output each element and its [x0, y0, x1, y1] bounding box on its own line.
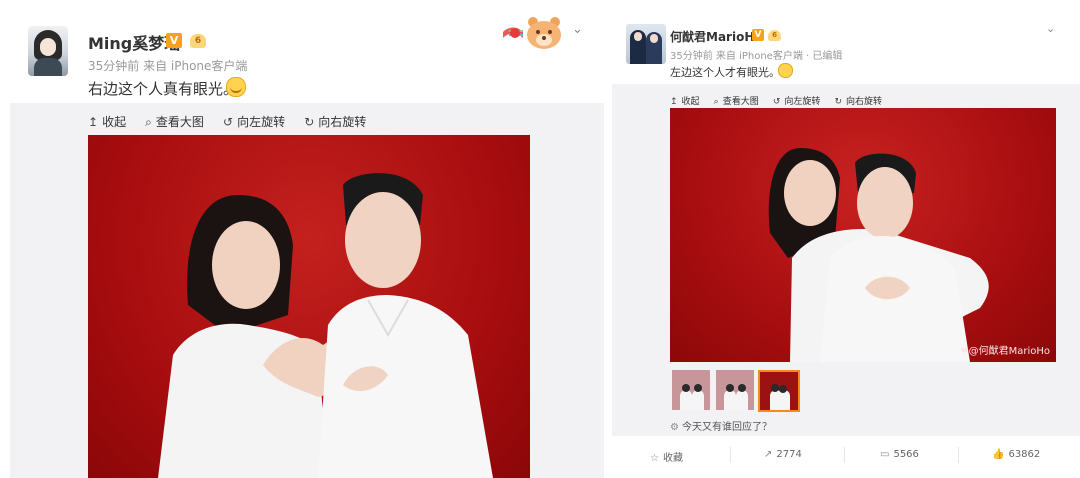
chevron-down-icon[interactable]: ⌄ [572, 23, 586, 36]
rotate-left-icon: ↺ [772, 97, 781, 107]
search-icon: ⌕ [713, 97, 719, 107]
favorite-button[interactable]: ☆ 收藏 [650, 449, 683, 464]
reply-prompt-text: 今天又有谁回应了？ [681, 422, 772, 433]
collapse-label: 收起 [681, 97, 700, 107]
grin-emoji-icon [778, 63, 793, 78]
gear-icon: ⚙ [670, 422, 679, 433]
post-text: 左边这个人才有眼光。 [670, 66, 780, 79]
couple-hug-photo [768, 148, 989, 362]
avatar-face-right [650, 34, 658, 43]
divider [958, 447, 959, 463]
favorite-label: 收藏 [662, 453, 683, 464]
rotate-left-button[interactable]: ↺ 向左旋转 [223, 113, 285, 130]
avatar-body [34, 58, 62, 76]
repost-icon: ↗ [764, 449, 773, 460]
thumbnail-3-selected[interactable] [758, 370, 800, 412]
avatar-face-left [634, 32, 642, 41]
comment-count: 5566 [893, 449, 919, 460]
repost-count: 2774 [776, 449, 802, 460]
divider [730, 447, 731, 463]
post-meta[interactable]: 35分钟前 来自 iPhone客户端 [88, 57, 247, 74]
thumbnail-1[interactable] [672, 370, 710, 410]
search-icon: ⌕ [145, 115, 152, 129]
rotate-right-label: 向右旋转 [318, 115, 367, 129]
divider [844, 447, 845, 463]
avatar-face [40, 38, 56, 56]
image-toolbar: ↥ 收起 ⌕ 查看大图 ↺ 向左旋转 ↻ 向右旋转 [670, 89, 891, 107]
right-weibo-post: 何猷君MarioHo V 6 35分钟前 来自 iPhone客户端 · 已编辑 … [612, 0, 1080, 478]
comment-button[interactable]: ▭ 5566 [880, 449, 919, 460]
collapse-button[interactable]: ↥ 收起 [670, 94, 700, 107]
smile-emoji-icon [226, 77, 246, 97]
reply-prompt[interactable]: ⚙ 今天又有谁回应了？ [670, 418, 772, 433]
left-weibo-post: Ming奚梦瑶 V 6 35分钟前 来自 iPhone客户端 右边这个人真有眼光… [0, 0, 612, 478]
collapse-icon: ↥ [88, 115, 99, 129]
like-count: 63862 [1008, 449, 1041, 460]
verified-badge-icon[interactable]: V [752, 29, 764, 41]
author-name[interactable]: 何猷君MarioHo [670, 28, 763, 45]
collapse-label: 收起 [102, 115, 127, 129]
view-large-button[interactable]: ⌕ 查看大图 [145, 113, 204, 130]
couple-heart-photo [158, 173, 493, 478]
rotate-right-icon: ↻ [304, 115, 315, 129]
rotate-right-icon: ↻ [834, 97, 843, 107]
crown-badge-icon[interactable]: 6 [190, 34, 206, 48]
avatar[interactable] [28, 26, 68, 76]
thumbnail-2[interactable] [716, 370, 754, 410]
like-button[interactable]: 👍 63862 [992, 449, 1040, 460]
thumbs-up-icon: 👍 [992, 449, 1005, 460]
image-toolbar: ↥ 收起 ⌕ 查看大图 ↺ 向左旋转 ↻ 向右旋转 [88, 111, 380, 130]
star-icon: ☆ [650, 453, 659, 464]
comment-icon: ▭ [880, 449, 890, 460]
post-meta[interactable]: 35分钟前 来自 iPhone客户端 · 已编辑 [670, 47, 842, 62]
repost-button[interactable]: ↗ 2774 [764, 449, 802, 460]
bear-sticker-icon [503, 17, 561, 49]
rotate-left-button[interactable]: ↺ 向左旋转 [773, 94, 821, 107]
collapse-button[interactable]: ↥ 收起 [88, 113, 126, 130]
collapse-icon: ↥ [670, 97, 678, 107]
post-photo[interactable] [88, 135, 530, 478]
crown-badge-icon[interactable]: 6 [768, 30, 781, 41]
rotate-right-label: 向右旋转 [846, 97, 883, 107]
chevron-down-icon[interactable]: ⌄ [1046, 22, 1055, 35]
post-text: 右边这个人真有眼光。 [88, 80, 239, 98]
rotate-left-icon: ↺ [223, 115, 234, 129]
action-bar: ☆ 收藏 ↗ 2774 ▭ 5566 👍 63862 [612, 443, 1080, 478]
view-large-label: 查看大图 [722, 97, 759, 107]
photo-watermark: ❤@何猷君MarioHo [960, 346, 1050, 357]
view-large-button[interactable]: ⌕ 查看大图 [714, 94, 759, 107]
rotate-left-label: 向左旋转 [784, 97, 821, 107]
post-photo[interactable]: ❤@何猷君MarioHo [670, 108, 1056, 362]
view-large-label: 查看大图 [155, 115, 204, 129]
avatar[interactable] [626, 24, 666, 64]
rotate-right-button[interactable]: ↻ 向右旋转 [834, 94, 882, 107]
verified-badge-icon[interactable]: V [166, 33, 182, 48]
rotate-left-label: 向左旋转 [237, 115, 286, 129]
rotate-right-button[interactable]: ↻ 向右旋转 [304, 113, 366, 130]
